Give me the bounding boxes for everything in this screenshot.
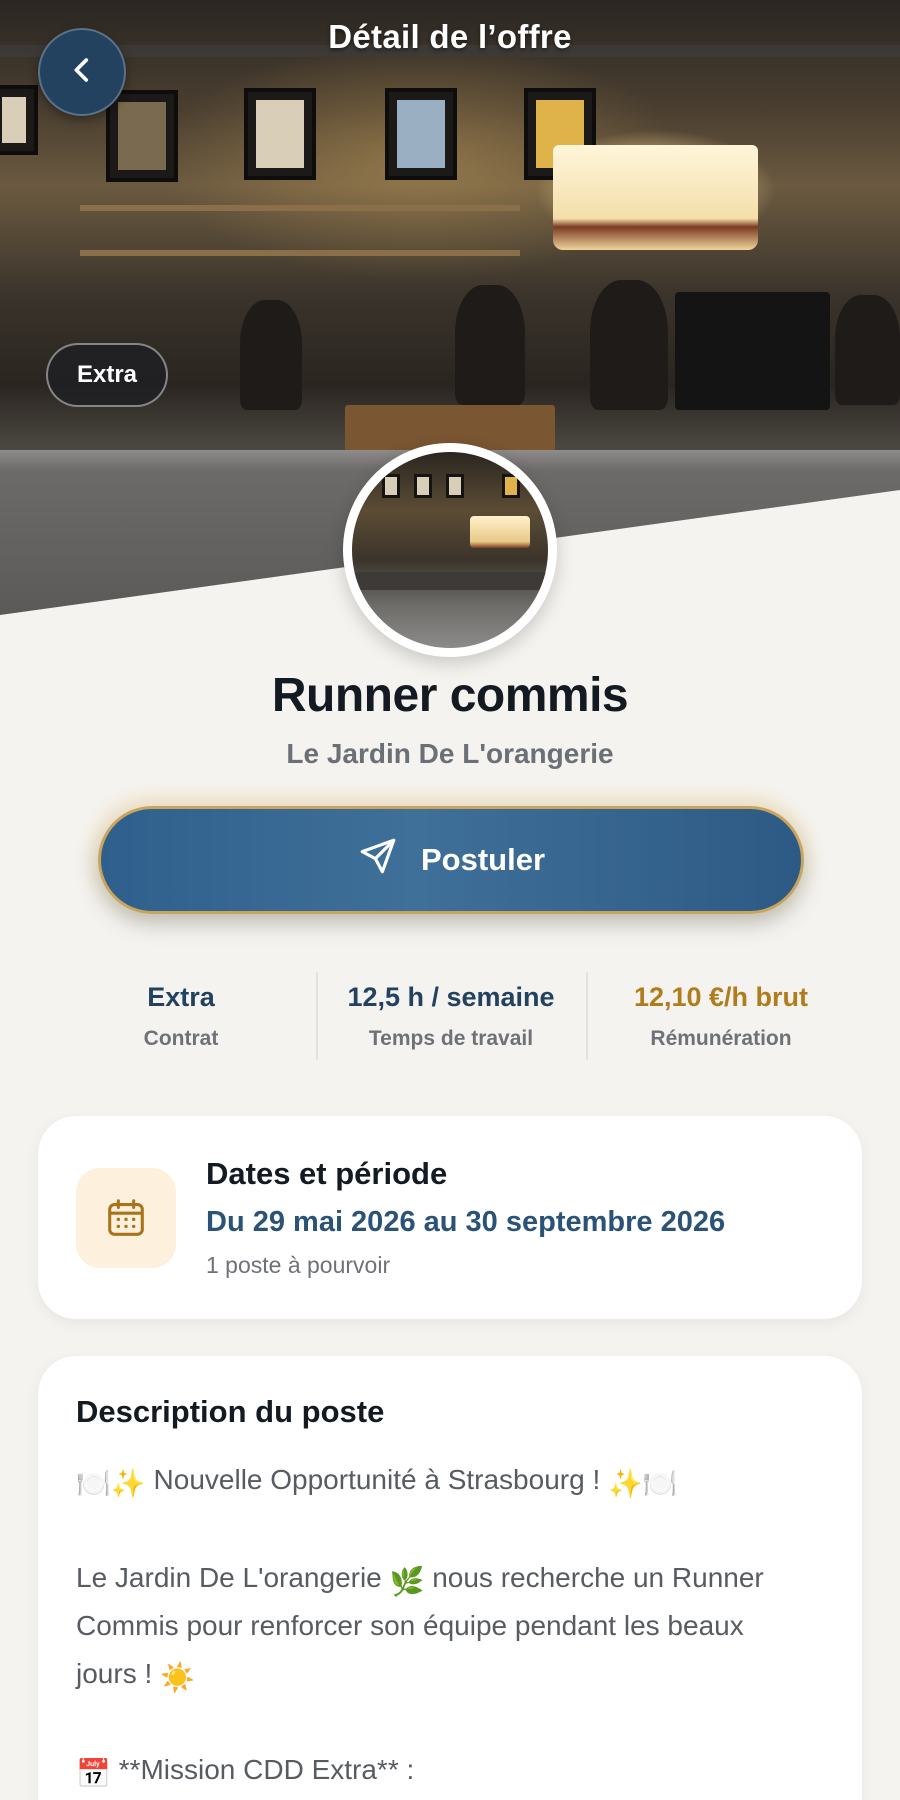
stat-working-time: 12,5 h / semaine Temps de travail (316, 970, 586, 1062)
offer-stats: Extra Contrat 12,5 h / semaine Temps de … (46, 970, 856, 1062)
sparkles-icon: ✨ (110, 1468, 146, 1499)
stat-value: 12,10 €/h brut (633, 982, 809, 1012)
calendar-icon (76, 1168, 176, 1268)
sun-icon: ☀️ (160, 1662, 195, 1693)
company-name: Le Jardin De L'orangerie (286, 738, 614, 769)
stat-value: Extra (147, 982, 215, 1012)
stat-label: Contrat (143, 1027, 219, 1050)
herb-icon: 🌿 (389, 1566, 425, 1597)
page-title: Détail de l’offre (328, 18, 572, 55)
contract-badge: Extra (46, 343, 168, 407)
description-card: Description du poste 🍽️✨ Nouvelle Opport… (38, 1356, 862, 1800)
sparkles-icon: ✨ (608, 1468, 643, 1499)
apply-button[interactable]: Postuler (98, 806, 804, 914)
description-text: Nouvelle Opportunité à Strasbourg ! (153, 1464, 601, 1495)
back-button[interactable] (38, 28, 126, 116)
description-line: Commis pour renforcer son équipe pendant… (76, 1610, 744, 1641)
stat-salary: 12,10 €/h brut Rémunération (586, 970, 856, 1062)
apply-label: Postuler (420, 842, 546, 877)
stat-contract: Extra Contrat (46, 970, 316, 1062)
stat-label: Rémunération (650, 1027, 792, 1050)
dates-title: Dates et période (206, 1156, 448, 1191)
description-title: Description du poste (76, 1394, 385, 1429)
description-line: 🍽️✨ Nouvelle Opportunité à Strasbourg ! … (76, 1456, 836, 1508)
description-text: Le Jardin De L'orangerie (76, 1562, 382, 1593)
plate-icon: 🍽️ (76, 1468, 111, 1499)
send-icon (357, 835, 399, 885)
description-line: Le Jardin De L'orangerie 🌿 nous recherch… (76, 1554, 836, 1606)
calendar-emoji-icon: 📅 (76, 1758, 111, 1789)
plate-icon: 🍽️ (642, 1468, 678, 1499)
positions-count: 1 poste à pourvoir (206, 1252, 391, 1278)
chevron-left-icon (65, 53, 99, 92)
dates-range: Du 29 mai 2026 au 30 septembre 2026 (206, 1206, 726, 1238)
job-title: Runner commis (271, 669, 629, 722)
stat-value: 12,5 h / semaine (347, 982, 555, 1012)
description-text: jours ! (76, 1658, 153, 1689)
description-line: 📅 **Mission CDD Extra** : (76, 1746, 836, 1798)
dates-card: Dates et période Du 29 mai 2026 au 30 se… (38, 1116, 862, 1319)
company-avatar (343, 443, 557, 657)
description-text: nous recherche un Runner (432, 1562, 764, 1593)
description-text: **Mission CDD Extra** : (118, 1754, 415, 1785)
stat-label: Temps de travail (368, 1027, 534, 1050)
description-line: jours ! ☀️ (76, 1650, 836, 1702)
